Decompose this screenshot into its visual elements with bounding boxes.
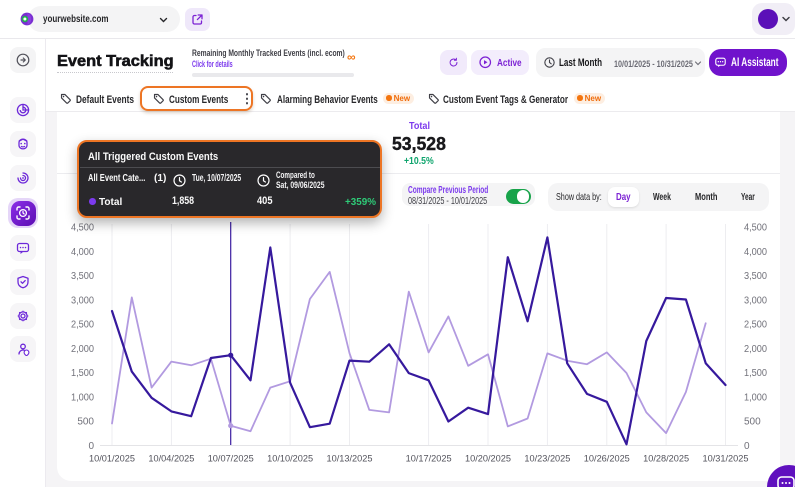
svg-text:0: 0	[744, 441, 750, 452]
svg-text:3,000: 3,000	[744, 295, 767, 306]
svg-text:2,500: 2,500	[71, 320, 94, 331]
svg-text:10/10/2025: 10/10/2025	[267, 454, 313, 464]
svg-text:10/26/2025: 10/26/2025	[584, 454, 630, 464]
svg-text:1,000: 1,000	[744, 392, 767, 403]
svg-text:4,500: 4,500	[744, 223, 767, 234]
svg-text:10/23/2025: 10/23/2025	[524, 454, 570, 464]
svg-text:2,000: 2,000	[71, 344, 94, 355]
svg-text:500: 500	[744, 417, 761, 428]
svg-text:10/17/2025: 10/17/2025	[406, 454, 452, 464]
svg-text:1,000: 1,000	[71, 392, 94, 403]
svg-text:1,500: 1,500	[744, 368, 767, 379]
svg-text:10/31/2025: 10/31/2025	[703, 454, 749, 464]
svg-text:0: 0	[88, 441, 94, 452]
svg-text:3,500: 3,500	[744, 271, 767, 282]
svg-text:4,500: 4,500	[71, 223, 94, 234]
svg-text:3,500: 3,500	[71, 271, 94, 282]
svg-text:1,500: 1,500	[71, 368, 94, 379]
svg-text:10/04/2025: 10/04/2025	[148, 454, 194, 464]
svg-text:10/01/2025: 10/01/2025	[89, 454, 135, 464]
svg-text:10/07/2025: 10/07/2025	[208, 454, 254, 464]
svg-text:3,000: 3,000	[71, 295, 94, 306]
svg-text:500: 500	[77, 417, 94, 428]
svg-text:2,000: 2,000	[744, 344, 767, 355]
svg-text:10/20/2025: 10/20/2025	[465, 454, 511, 464]
svg-text:10/13/2025: 10/13/2025	[327, 454, 373, 464]
svg-text:10/28/2025: 10/28/2025	[643, 454, 689, 464]
svg-text:4,000: 4,000	[744, 247, 767, 258]
svg-text:4,000: 4,000	[71, 247, 94, 258]
svg-text:2,500: 2,500	[744, 320, 767, 331]
